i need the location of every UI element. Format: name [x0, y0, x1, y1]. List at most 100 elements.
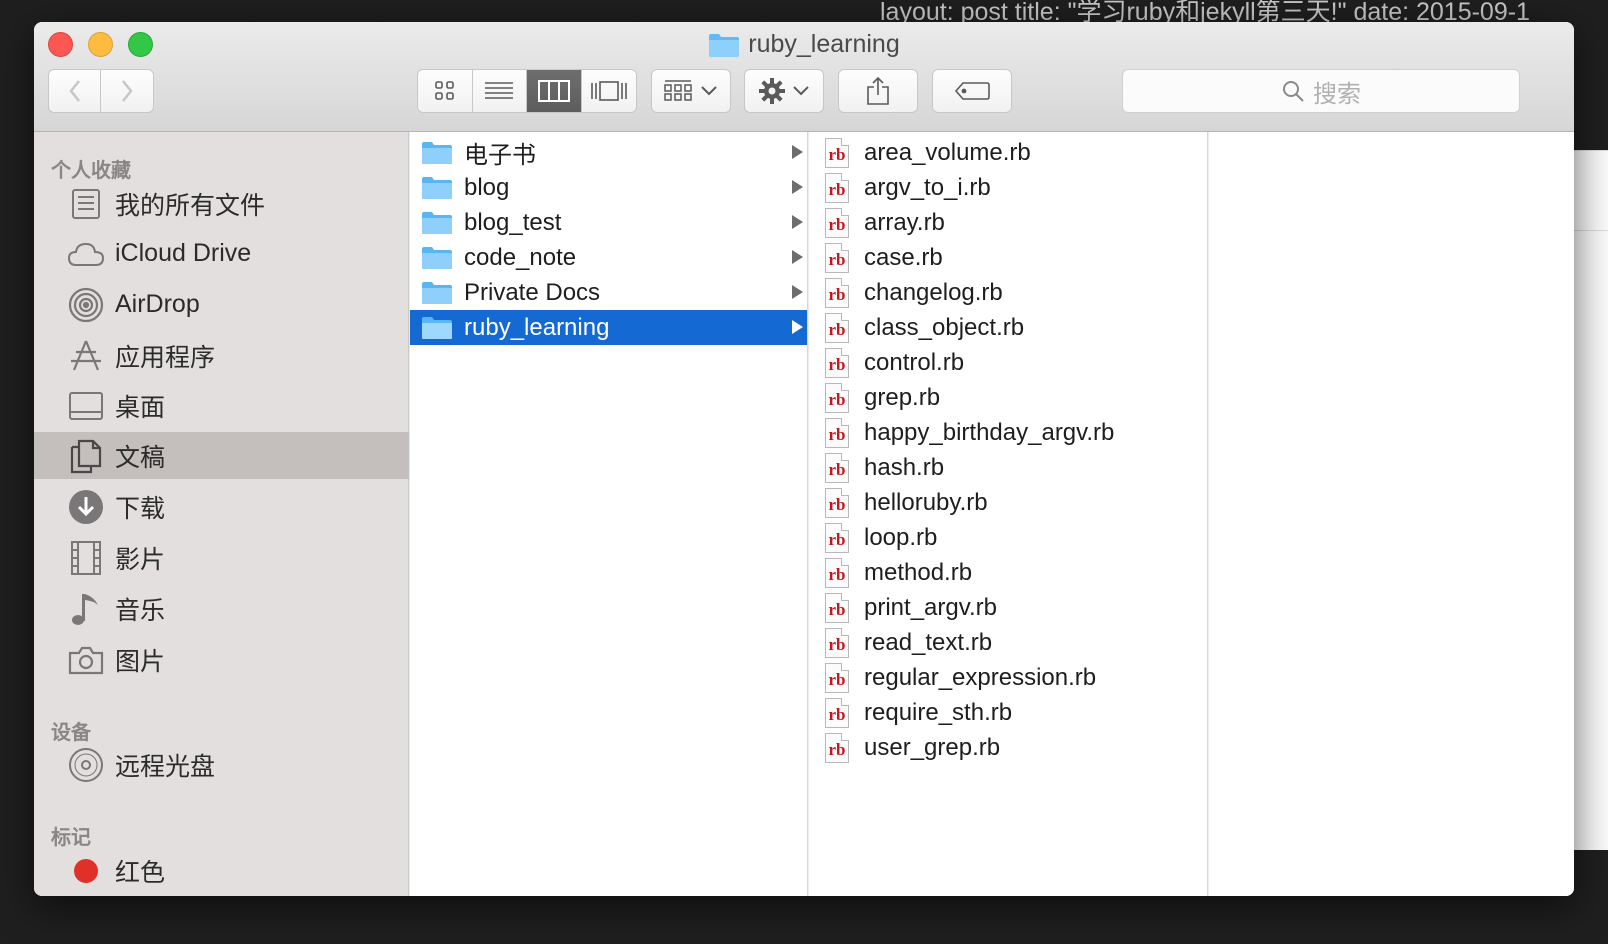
- share-button[interactable]: [838, 69, 918, 113]
- file-name: loop.rb: [864, 523, 938, 551]
- sidebar-item-airdrop[interactable]: AirDrop: [34, 281, 409, 328]
- file-row[interactable]: rb case.rb: [809, 240, 1207, 275]
- ruby-file-icon: rb: [825, 697, 851, 728]
- file-row[interactable]: rb changelog.rb: [809, 275, 1207, 310]
- chevron-down-icon: [793, 86, 809, 96]
- file-row[interactable]: rb class_object.rb: [809, 310, 1207, 345]
- file-row[interactable]: rb argv_to_i.rb: [809, 170, 1207, 205]
- folder-row[interactable]: blog: [410, 170, 807, 205]
- cloud-icon: [67, 235, 105, 273]
- file-row[interactable]: rb control.rb: [809, 345, 1207, 380]
- file-row[interactable]: rb print_argv.rb: [809, 590, 1207, 625]
- sidebar-item-label: 音乐: [115, 596, 166, 625]
- column-view-button[interactable]: [527, 70, 582, 112]
- search-field[interactable]: 搜索: [1122, 69, 1520, 113]
- file-name: read_text.rb: [864, 628, 993, 656]
- folder-row[interactable]: blog_test: [410, 205, 807, 240]
- file-row[interactable]: rb array.rb: [809, 205, 1207, 240]
- forward-button[interactable]: [101, 70, 153, 112]
- file-badge: rb: [828, 704, 846, 724]
- file-row[interactable]: rb hash.rb: [809, 450, 1207, 485]
- folder-row[interactable]: ruby_learning: [410, 310, 807, 345]
- file-row[interactable]: rb happy_birthday_argv.rb: [809, 415, 1207, 450]
- sidebar-item-downloads[interactable]: 下载: [34, 483, 409, 530]
- icon-view-button[interactable]: [418, 70, 473, 112]
- ruby-file-icon: rb: [825, 242, 851, 273]
- sidebar-item-icloud-drive[interactable]: iCloud Drive: [34, 230, 409, 277]
- file-name: changelog.rb: [864, 278, 1003, 306]
- file-badge: rb: [828, 529, 846, 549]
- file-row[interactable]: rb regular_expression.rb: [809, 660, 1207, 695]
- file-badge: rb: [828, 319, 846, 339]
- sidebar-item-label: 我的所有文件: [115, 191, 266, 220]
- file-row[interactable]: rb helloruby.rb: [809, 485, 1207, 520]
- documents-icon: [67, 437, 105, 475]
- file-list: rb area_volume.rbrb argv_to_i.rb rb array.rb…: [809, 132, 1207, 765]
- ruby-file-icon: rb: [825, 417, 851, 448]
- cover-flow-button[interactable]: [582, 70, 637, 112]
- action-button[interactable]: [744, 69, 824, 113]
- disclosure-arrow-icon: [792, 215, 803, 229]
- sidebar-item-music[interactable]: 音乐: [34, 585, 409, 632]
- file-name: print_argv.rb: [864, 593, 997, 621]
- file-name: control.rb: [864, 348, 965, 376]
- sidebar-item-applications[interactable]: 应用程序: [34, 332, 409, 379]
- disclosure-arrow-icon: [792, 285, 803, 299]
- ruby-file-icon: rb: [825, 207, 851, 238]
- arrange-grid-icon: [664, 80, 692, 101]
- sidebar-item-movies[interactable]: 影片: [34, 534, 409, 581]
- folder-row[interactable]: 电子书: [410, 135, 807, 170]
- arrange-button[interactable]: [651, 69, 731, 113]
- sidebar-item-label: 红色: [115, 858, 166, 887]
- sidebar-item-remote-disc[interactable]: 远程光盘: [34, 741, 409, 788]
- ruby-file-icon: rb: [825, 452, 851, 483]
- file-row[interactable]: rb grep.rb: [809, 380, 1207, 415]
- nav-buttons: [48, 69, 154, 113]
- sidebar-item-tag-red[interactable]: 红色: [34, 847, 409, 894]
- sidebar-item-documents[interactable]: 文稿: [34, 432, 409, 479]
- folder-name: 电子书: [464, 142, 536, 169]
- file-name: method.rb: [864, 558, 973, 586]
- sidebar-item-pictures[interactable]: 图片: [34, 636, 409, 683]
- file-row[interactable]: rb loop.rb: [809, 520, 1207, 555]
- ruby-file-icon: rb: [825, 627, 851, 658]
- file-badge: rb: [828, 179, 846, 199]
- file-row[interactable]: rb method.rb: [809, 555, 1207, 590]
- folder-row[interactable]: Private Docs: [410, 275, 807, 310]
- file-name: happy_birthday_argv.rb: [864, 418, 1115, 446]
- ruby-file-icon: rb: [825, 312, 851, 343]
- ruby-file-icon: rb: [825, 662, 851, 693]
- applications-icon: [67, 337, 105, 375]
- file-name: regular_expression.rb: [864, 663, 1097, 691]
- file-badge: rb: [828, 599, 846, 619]
- sidebar-item-desktop[interactable]: 桌面: [34, 382, 409, 429]
- list-view-button[interactable]: [473, 70, 527, 112]
- file-badge: rb: [828, 739, 846, 759]
- sidebar-item-all-files[interactable]: 我的所有文件: [34, 180, 409, 227]
- background-pane: [1574, 150, 1608, 850]
- titlebar: ruby_learning 搜索: [34, 22, 1574, 132]
- red-tag-dot-icon: [67, 852, 105, 890]
- ruby-file-icon: rb: [825, 277, 851, 308]
- file-row[interactable]: rb area_volume.rb: [809, 135, 1207, 170]
- share-icon: [867, 76, 889, 105]
- window-title: ruby_learning: [34, 30, 1574, 59]
- file-row[interactable]: rb read_text.rb: [809, 625, 1207, 660]
- file-name: user_grep.rb: [864, 733, 1001, 761]
- file-row[interactable]: rb user_grep.rb: [809, 730, 1207, 765]
- file-name: argv_to_i.rb: [864, 173, 991, 201]
- folder-name: ruby_learning: [464, 313, 610, 341]
- all-files-icon: [67, 185, 105, 223]
- tag-icon: [954, 82, 990, 100]
- tag-button[interactable]: [932, 69, 1012, 113]
- back-button[interactable]: [49, 70, 102, 112]
- sidebar-item-label: iCloud Drive: [115, 239, 252, 267]
- folder-name: blog: [464, 173, 510, 201]
- desktop-icon: [67, 387, 105, 425]
- folder-row[interactable]: code_note: [410, 240, 807, 275]
- disclosure-arrow-icon: [792, 180, 803, 194]
- camera-icon: [67, 641, 105, 679]
- file-name: require_sth.rb: [864, 698, 1013, 726]
- file-row[interactable]: rb require_sth.rb: [809, 695, 1207, 730]
- sidebar: 个人收藏 我的所有文件 iCloud Drive AirDrop 应用程序 桌面…: [34, 132, 409, 896]
